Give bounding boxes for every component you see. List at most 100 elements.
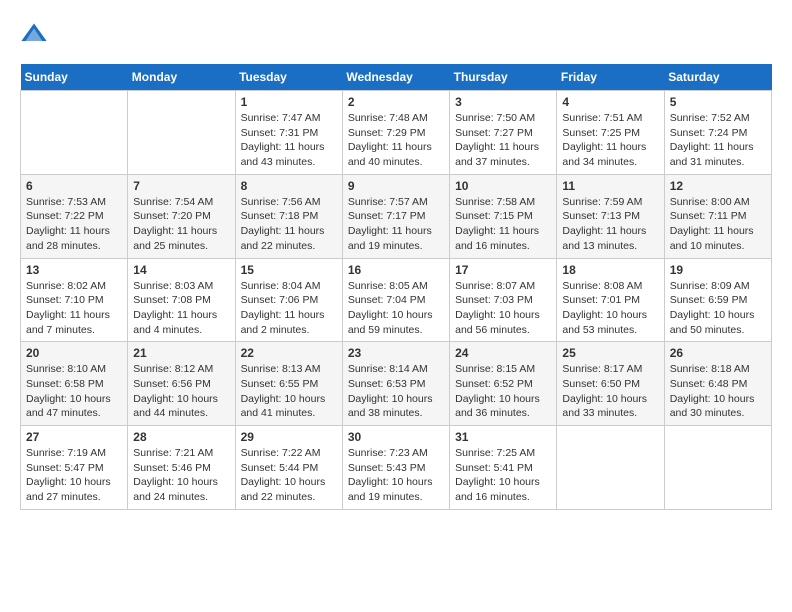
calendar-table: SundayMondayTuesdayWednesdayThursdayFrid… [20,64,772,510]
day-number: 16 [348,263,444,277]
day-info: Sunrise: 8:08 AM Sunset: 7:01 PM Dayligh… [562,279,658,338]
calendar-cell: 5 Sunrise: 7:52 AM Sunset: 7:24 PM Daylig… [664,91,771,175]
calendar-cell: 29Sunrise: 7:22 AM Sunset: 5:44 PM Dayli… [235,426,342,510]
day-info: Sunrise: 8:17 AM Sunset: 6:50 PM Dayligh… [562,362,658,421]
col-header-wednesday: Wednesday [342,64,449,91]
calendar-cell [21,91,128,175]
day-info: Sunrise: 7:25 AM Sunset: 5:41 PM Dayligh… [455,446,551,505]
calendar-cell: 11 Sunrise: 7:59 AM Sunset: 7:13 PM Dayli… [557,174,664,258]
calendar-cell: 13Sunrise: 8:02 AM Sunset: 7:10 PM Dayli… [21,258,128,342]
calendar-cell: 24 Sunrise: 8:15 AM Sunset: 6:52 PM Dayli… [450,342,557,426]
day-number: 8 [241,179,337,193]
calendar-cell: 10 Sunrise: 7:58 AM Sunset: 7:15 PM Dayli… [450,174,557,258]
day-number: 14 [133,263,229,277]
day-info: Sunrise: 7:52 AM Sunset: 7:24 PM Dayligh… [670,111,766,170]
calendar-cell: 9 Sunrise: 7:57 AM Sunset: 7:17 PM Daylig… [342,174,449,258]
calendar-cell: 19 Sunrise: 8:09 AM Sunset: 6:59 PM Dayli… [664,258,771,342]
day-number: 2 [348,95,444,109]
calendar-cell: 14 Sunrise: 8:03 AM Sunset: 7:08 PM Dayli… [128,258,235,342]
col-header-sunday: Sunday [21,64,128,91]
day-info: Sunrise: 7:47 AM Sunset: 7:31 PM Dayligh… [241,111,337,170]
calendar-cell: 27 Sunrise: 7:19 AM Sunset: 5:47 PM Dayli… [21,426,128,510]
day-info: Sunrise: 7:51 AM Sunset: 7:25 PM Dayligh… [562,111,658,170]
col-header-thursday: Thursday [450,64,557,91]
calendar-cell [664,426,771,510]
day-info: Sunrise: 7:19 AM Sunset: 5:47 PM Dayligh… [26,446,122,505]
calendar-cell: 25 Sunrise: 8:17 AM Sunset: 6:50 PM Dayli… [557,342,664,426]
calendar-cell: 28Sunrise: 7:21 AM Sunset: 5:46 PM Dayli… [128,426,235,510]
day-info: Sunrise: 8:00 AM Sunset: 7:11 PM Dayligh… [670,195,766,254]
day-info: Sunrise: 7:57 AM Sunset: 7:17 PM Dayligh… [348,195,444,254]
page-header [20,20,772,48]
day-number: 31 [455,430,551,444]
day-number: 22 [241,346,337,360]
calendar-cell: 26Sunrise: 8:18 AM Sunset: 6:48 PM Dayli… [664,342,771,426]
day-info: Sunrise: 7:23 AM Sunset: 5:43 PM Dayligh… [348,446,444,505]
col-header-monday: Monday [128,64,235,91]
day-number: 15 [241,263,337,277]
col-header-friday: Friday [557,64,664,91]
calendar-cell: 20Sunrise: 8:10 AM Sunset: 6:58 PM Dayli… [21,342,128,426]
logo-icon [20,20,48,48]
day-info: Sunrise: 8:09 AM Sunset: 6:59 PM Dayligh… [670,279,766,338]
calendar-cell: 15 Sunrise: 8:04 AM Sunset: 7:06 PM Dayli… [235,258,342,342]
calendar-cell: 4 Sunrise: 7:51 AM Sunset: 7:25 PM Daylig… [557,91,664,175]
day-info: Sunrise: 7:53 AM Sunset: 7:22 PM Dayligh… [26,195,122,254]
day-number: 6 [26,179,122,193]
calendar-cell: 31 Sunrise: 7:25 AM Sunset: 5:41 PM Dayli… [450,426,557,510]
day-number: 19 [670,263,766,277]
day-info: Sunrise: 8:10 AM Sunset: 6:58 PM Dayligh… [26,362,122,421]
day-info: Sunrise: 8:04 AM Sunset: 7:06 PM Dayligh… [241,279,337,338]
day-number: 7 [133,179,229,193]
day-info: Sunrise: 8:05 AM Sunset: 7:04 PM Dayligh… [348,279,444,338]
day-info: Sunrise: 7:59 AM Sunset: 7:13 PM Dayligh… [562,195,658,254]
day-number: 1 [241,95,337,109]
calendar-cell: 7 Sunrise: 7:54 AM Sunset: 7:20 PM Daylig… [128,174,235,258]
day-number: 9 [348,179,444,193]
day-info: Sunrise: 8:03 AM Sunset: 7:08 PM Dayligh… [133,279,229,338]
calendar-cell: 2 Sunrise: 7:48 AM Sunset: 7:29 PM Daylig… [342,91,449,175]
calendar-cell: 18 Sunrise: 8:08 AM Sunset: 7:01 PM Dayli… [557,258,664,342]
week-row-4: 20Sunrise: 8:10 AM Sunset: 6:58 PM Dayli… [21,342,772,426]
day-info: Sunrise: 7:58 AM Sunset: 7:15 PM Dayligh… [455,195,551,254]
day-info: Sunrise: 7:56 AM Sunset: 7:18 PM Dayligh… [241,195,337,254]
day-number: 17 [455,263,551,277]
day-info: Sunrise: 8:12 AM Sunset: 6:56 PM Dayligh… [133,362,229,421]
calendar-cell: 1 Sunrise: 7:47 AM Sunset: 7:31 PM Daylig… [235,91,342,175]
day-number: 29 [241,430,337,444]
calendar-cell [557,426,664,510]
day-info: Sunrise: 8:07 AM Sunset: 7:03 PM Dayligh… [455,279,551,338]
day-info: Sunrise: 7:54 AM Sunset: 7:20 PM Dayligh… [133,195,229,254]
header-row: SundayMondayTuesdayWednesdayThursdayFrid… [21,64,772,91]
day-number: 23 [348,346,444,360]
day-number: 5 [670,95,766,109]
calendar-cell: 3 Sunrise: 7:50 AM Sunset: 7:27 PM Daylig… [450,91,557,175]
day-info: Sunrise: 8:15 AM Sunset: 6:52 PM Dayligh… [455,362,551,421]
week-row-5: 27 Sunrise: 7:19 AM Sunset: 5:47 PM Dayli… [21,426,772,510]
calendar-cell: 30Sunrise: 7:23 AM Sunset: 5:43 PM Dayli… [342,426,449,510]
day-number: 21 [133,346,229,360]
day-number: 27 [26,430,122,444]
day-number: 24 [455,346,551,360]
day-number: 4 [562,95,658,109]
logo [20,20,52,48]
day-number: 25 [562,346,658,360]
calendar-cell [128,91,235,175]
day-number: 13 [26,263,122,277]
day-number: 10 [455,179,551,193]
week-row-2: 6 Sunrise: 7:53 AM Sunset: 7:22 PM Daylig… [21,174,772,258]
col-header-saturday: Saturday [664,64,771,91]
day-number: 3 [455,95,551,109]
day-number: 18 [562,263,658,277]
calendar-cell: 22 Sunrise: 8:13 AM Sunset: 6:55 PM Dayli… [235,342,342,426]
day-info: Sunrise: 7:48 AM Sunset: 7:29 PM Dayligh… [348,111,444,170]
day-info: Sunrise: 8:13 AM Sunset: 6:55 PM Dayligh… [241,362,337,421]
day-number: 26 [670,346,766,360]
day-number: 11 [562,179,658,193]
day-number: 28 [133,430,229,444]
calendar-cell: 21 Sunrise: 8:12 AM Sunset: 6:56 PM Dayli… [128,342,235,426]
day-info: Sunrise: 7:50 AM Sunset: 7:27 PM Dayligh… [455,111,551,170]
calendar-cell: 17 Sunrise: 8:07 AM Sunset: 7:03 PM Dayli… [450,258,557,342]
day-info: Sunrise: 8:14 AM Sunset: 6:53 PM Dayligh… [348,362,444,421]
calendar-cell: 23 Sunrise: 8:14 AM Sunset: 6:53 PM Dayli… [342,342,449,426]
